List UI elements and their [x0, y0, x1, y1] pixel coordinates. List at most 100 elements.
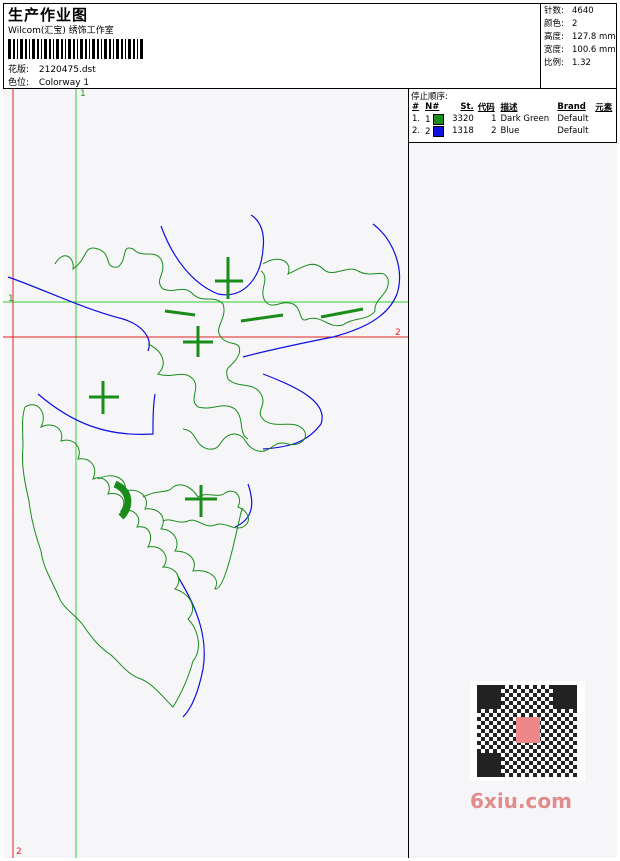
qr-cell — [561, 729, 565, 733]
qr-cell — [553, 705, 557, 709]
qr-cell — [501, 701, 505, 705]
qr-cell — [509, 741, 513, 745]
qr-cell — [533, 701, 537, 705]
barcode-bar — [49, 39, 51, 59]
qr-cell — [573, 709, 577, 713]
qr-cell — [557, 733, 561, 737]
qr-cell — [493, 741, 497, 745]
qr-cell — [477, 685, 481, 689]
qr-cell — [545, 729, 549, 733]
qr-cell — [485, 757, 489, 761]
qr-cell — [477, 761, 481, 765]
qr-cell — [537, 761, 541, 765]
design-value: 2120475.dst — [38, 65, 96, 75]
qr-cell — [493, 685, 497, 689]
qr-cell — [553, 697, 557, 701]
qr-cell — [545, 689, 549, 693]
qr-cell — [549, 717, 553, 721]
barcode-bar — [32, 39, 35, 59]
qr-cell — [549, 685, 553, 689]
green-outline-lower-branch — [97, 475, 244, 590]
qr-cell — [561, 689, 565, 693]
barcode-bar — [17, 39, 18, 59]
legend-table: # N# St. 代码 描述 Brand 元素 1. 1 3320 1 Dark… — [410, 101, 616, 137]
qr-cell — [509, 749, 513, 753]
qr-cell — [541, 733, 545, 737]
qr-cell — [513, 761, 517, 765]
qr-cell — [489, 693, 493, 697]
qr-cell — [477, 717, 481, 721]
qr-cell — [573, 741, 577, 745]
legend-header-st: St. — [460, 102, 474, 112]
qr-cell — [505, 705, 509, 709]
qr-cell — [565, 685, 569, 689]
qr-cell — [505, 721, 509, 725]
qr-cell — [521, 761, 525, 765]
qr-cell — [529, 769, 533, 773]
qr-cell — [489, 745, 493, 749]
barcode-bar — [37, 39, 39, 59]
qr-cell — [505, 761, 509, 765]
qr-cell — [541, 741, 545, 745]
qr-cell — [557, 757, 561, 761]
qr-cell — [569, 745, 573, 749]
barcode-bar — [8, 39, 11, 59]
qr-cell — [557, 705, 561, 709]
qr-cell — [521, 713, 525, 717]
qr-cell — [517, 701, 521, 705]
qr-cell — [565, 705, 569, 709]
stat-colors: 颜色: 2 — [544, 19, 578, 29]
qr-cell — [517, 765, 521, 769]
embroidery-preview — [3, 89, 408, 858]
qr-cell — [497, 693, 501, 697]
qr-cell — [505, 753, 509, 757]
qr-cell — [489, 697, 493, 701]
stitch-marker-5 — [320, 307, 364, 319]
qr-cell — [525, 749, 529, 753]
qr-cell — [557, 749, 561, 753]
qr-cell — [517, 757, 521, 761]
stat-height: 高度: 127.8 mm — [544, 32, 616, 42]
qr-cell — [501, 765, 505, 769]
qr-cell — [489, 685, 493, 689]
qr-cell — [517, 685, 521, 689]
qr-cell — [497, 737, 501, 741]
qr-cell — [489, 757, 493, 761]
qr-cell — [557, 701, 561, 705]
qr-cell — [553, 753, 557, 757]
qr-cell — [561, 753, 565, 757]
qr-cell — [565, 693, 569, 697]
qr-cell — [541, 757, 545, 761]
qr-cell — [549, 693, 553, 697]
qr-cell — [541, 701, 545, 705]
barcode-bar — [65, 39, 66, 59]
table-row: 2. 2 1318 2 Blue Default — [412, 125, 589, 137]
qr-cell — [493, 705, 497, 709]
qr-cell — [537, 753, 541, 757]
qr-cell — [481, 765, 485, 769]
qr-cell — [481, 693, 485, 697]
qr-cell — [561, 685, 565, 689]
qr-cell — [489, 765, 493, 769]
qr-cell — [545, 737, 549, 741]
qr-cell — [485, 693, 489, 697]
qr-cell — [497, 685, 501, 689]
qr-cell — [553, 769, 557, 773]
qr-cell — [497, 757, 501, 761]
table-row: 1. 1 3320 1 Dark Green Default — [412, 113, 589, 125]
green-outline-lower-right — [142, 484, 249, 529]
qr-cell — [493, 693, 497, 697]
qr-cell — [481, 737, 485, 741]
qr-cell — [501, 733, 505, 737]
qr-cell — [549, 765, 553, 769]
qr-cell — [485, 733, 489, 737]
qr-cell — [557, 685, 561, 689]
qr-cell — [489, 705, 493, 709]
legend-header-element: 元素 — [595, 103, 613, 113]
qr-cell — [497, 713, 501, 717]
qr-cell — [477, 689, 481, 693]
qr-cell — [537, 769, 541, 773]
qr-cell — [493, 717, 497, 721]
green-stitch-group — [22, 247, 389, 708]
qr-cell — [557, 725, 561, 729]
